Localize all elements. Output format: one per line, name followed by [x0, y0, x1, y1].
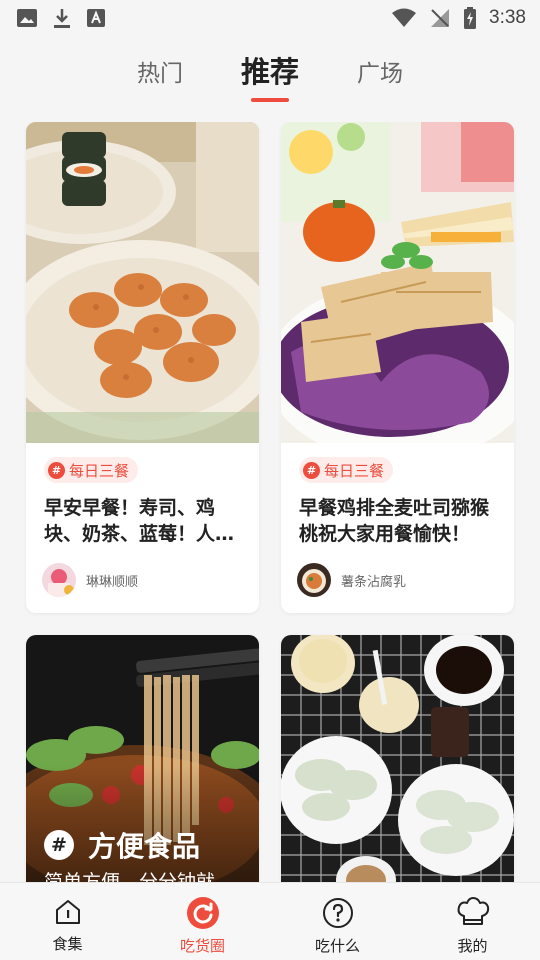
- text-a-icon: [87, 9, 105, 27]
- topic-tag[interactable]: # 每日三餐: [299, 457, 394, 483]
- nav-what-to-eat-label: 吃什么: [314, 937, 360, 955]
- nav-home[interactable]: 食集: [0, 883, 135, 960]
- nav-mine[interactable]: 我的: [405, 883, 540, 960]
- topic-overlay: # 方便食品: [44, 825, 200, 865]
- wifi-icon: [392, 8, 417, 27]
- post-card[interactable]: [281, 635, 514, 882]
- nav-what-to-eat[interactable]: 吃什么: [270, 883, 405, 960]
- nav-foodie-circle-label: 吃货圈: [179, 937, 225, 955]
- refresh-icon: [186, 897, 219, 929]
- post-title: 早餐鸡排全麦吐司猕猴桃祝大家用餐愉快！: [299, 497, 490, 545]
- download-icon: [54, 9, 70, 28]
- feed-grid: # 每日三餐 早安早餐！寿司、鸡块、奶茶、蓝莓！人… 琳琳顺顺 # 每日三餐 早…: [0, 122, 540, 882]
- post-image-chicken-toast: [281, 122, 514, 443]
- topic-subtitle: 简单方便，分分钟就…: [44, 871, 235, 882]
- post-author[interactable]: 薯条沾腐乳: [297, 563, 514, 597]
- chef-hat-icon: [457, 897, 489, 925]
- home-icon: [55, 900, 80, 924]
- clock: 3:38: [489, 7, 526, 28]
- avatar: [42, 563, 76, 597]
- post-card[interactable]: # 每日三餐 早餐鸡排全麦吐司猕猴桃祝大家用餐愉快！ 薯条沾腐乳: [281, 122, 514, 613]
- nav-foodie-circle[interactable]: 吃货圈: [135, 883, 270, 960]
- post-title: 早安早餐！寿司、鸡块、奶茶、蓝莓！人…: [44, 497, 235, 545]
- avatar: [297, 563, 331, 597]
- post-image-sushi-nuggets: [26, 122, 259, 443]
- topic-tag[interactable]: # 每日三餐: [44, 457, 139, 483]
- gallery-icon: [17, 9, 37, 27]
- tab-square[interactable]: 广场: [357, 44, 403, 106]
- no-signal-icon: [431, 9, 450, 27]
- author-name: 薯条沾腐乳: [341, 574, 407, 590]
- top-tabs: 热门 推荐 广场: [0, 44, 540, 106]
- tab-recommended[interactable]: 推荐: [241, 44, 299, 106]
- topic-card[interactable]: # 方便食品 简单方便，分分钟就…: [26, 635, 259, 882]
- bottom-nav: 食集 吃货圈 吃什么 我的: [0, 882, 540, 960]
- post-card[interactable]: # 每日三餐 早安早餐！寿司、鸡块、奶茶、蓝莓！人… 琳琳顺顺: [26, 122, 259, 613]
- hashtag-icon: #: [44, 830, 74, 860]
- post-author[interactable]: 琳琳顺顺: [42, 563, 259, 597]
- nav-mine-label: 我的: [457, 937, 488, 955]
- nav-home-label: 食集: [52, 935, 83, 953]
- author-name: 琳琳顺顺: [86, 574, 139, 590]
- tab-recommended-label: 推荐: [240, 55, 299, 89]
- hashtag-icon: #: [303, 461, 320, 479]
- hashtag-icon: #: [48, 461, 65, 479]
- question-icon: [322, 898, 353, 928]
- topic-tag-label: 每日三餐: [324, 461, 385, 480]
- post-image-dumplings: [281, 635, 514, 882]
- status-bar: 3:38: [0, 0, 540, 36]
- battery-charging-icon: [464, 7, 477, 29]
- topic-title: 方便食品: [88, 830, 201, 863]
- active-tab-indicator: [250, 98, 289, 102]
- topic-tag-label: 每日三餐: [69, 461, 130, 480]
- tab-hot[interactable]: 热门: [137, 44, 183, 106]
